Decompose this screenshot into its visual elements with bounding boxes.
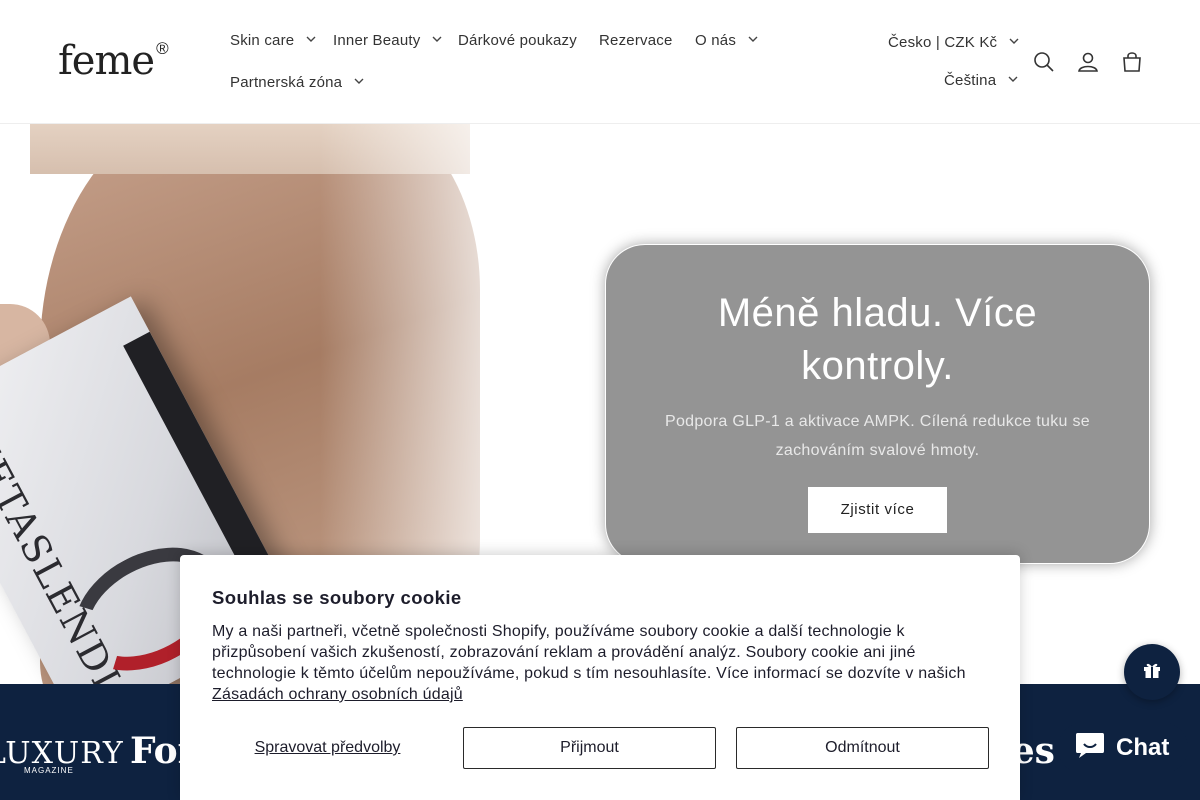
accept-button[interactable]: Přijmout bbox=[463, 727, 716, 769]
chevron-down-icon bbox=[432, 36, 442, 45]
hero-title: Méně hladu. Více kontroly. bbox=[717, 291, 1038, 388]
chevron-down-icon bbox=[354, 78, 364, 87]
cookie-title: Souhlas se soubory cookie bbox=[212, 587, 462, 608]
nav-item-inner-beauty[interactable]: Inner Beauty bbox=[333, 32, 442, 49]
nav-item-gift-vouchers[interactable]: Dárkové poukazy bbox=[458, 32, 577, 49]
nav-label: Skin care bbox=[230, 32, 295, 49]
site-logo[interactable]: feme ® bbox=[58, 38, 169, 84]
cookie-text: My a naši partneři, včetně společnosti S… bbox=[212, 621, 988, 705]
nav-label: Inner Beauty bbox=[333, 32, 421, 49]
chat-icon bbox=[1074, 730, 1106, 767]
language-label: Čeština bbox=[944, 72, 997, 89]
cookie-body: My a naši partneři, včetně společnosti S… bbox=[212, 623, 966, 682]
privacy-policy-link[interactable]: Zásadách ochrany osobních údajů bbox=[212, 686, 463, 703]
nav-label: Partnerská zóna bbox=[230, 74, 343, 91]
logo-text: feme bbox=[58, 38, 155, 84]
cookie-actions: Spravovat předvolby Přijmout Odmítnout bbox=[212, 727, 989, 769]
nav-label: Dárkové poukazy bbox=[458, 32, 577, 49]
gift-icon bbox=[1142, 660, 1162, 685]
cart-icon[interactable] bbox=[1114, 44, 1150, 80]
country-currency-selector[interactable]: Česko | CZK Kč bbox=[888, 34, 1019, 51]
country-currency-label: Česko | CZK Kč bbox=[888, 34, 998, 51]
learn-more-button[interactable]: Zjistit více bbox=[808, 487, 947, 533]
chevron-down-icon bbox=[1009, 38, 1019, 47]
language-selector[interactable]: Čeština bbox=[944, 72, 1018, 89]
hero-card: Méně hladu. Více kontroly. Podpora GLP-1… bbox=[605, 244, 1150, 564]
chat-label: Chat bbox=[1116, 734, 1170, 761]
search-icon[interactable] bbox=[1026, 44, 1062, 80]
site-header: feme ® Skin care Inner Beauty Dárkové pou… bbox=[0, 0, 1200, 124]
rewards-gift-button[interactable] bbox=[1124, 644, 1180, 700]
chat-button[interactable]: Chat bbox=[1058, 722, 1188, 774]
nav-label: Rezervace bbox=[599, 32, 673, 49]
nav-item-about[interactable]: O nás bbox=[695, 32, 758, 49]
cookie-consent-banner: Souhlas se soubory cookie My a naši part… bbox=[180, 555, 1020, 800]
registered-mark: ® bbox=[156, 38, 168, 58]
nav-item-reservation[interactable]: Rezervace bbox=[599, 32, 673, 49]
nav-label: O nás bbox=[695, 32, 737, 49]
chevron-down-icon bbox=[306, 36, 316, 45]
manage-preferences-button[interactable]: Spravovat předvolby bbox=[212, 727, 443, 769]
nav-item-skin-care[interactable]: Skin care bbox=[230, 32, 316, 49]
press-logo-luxury-sub: MAGAZINE bbox=[24, 766, 74, 775]
decline-button[interactable]: Odmítnout bbox=[736, 727, 989, 769]
chevron-down-icon bbox=[1008, 76, 1018, 85]
hero-subtitle: Podpora GLP-1 a aktivace AMPK. Cílená re… bbox=[664, 413, 1090, 459]
chevron-down-icon bbox=[748, 36, 758, 45]
account-icon[interactable] bbox=[1070, 44, 1106, 80]
nav-item-partner-zone[interactable]: Partnerská zóna bbox=[230, 74, 364, 91]
